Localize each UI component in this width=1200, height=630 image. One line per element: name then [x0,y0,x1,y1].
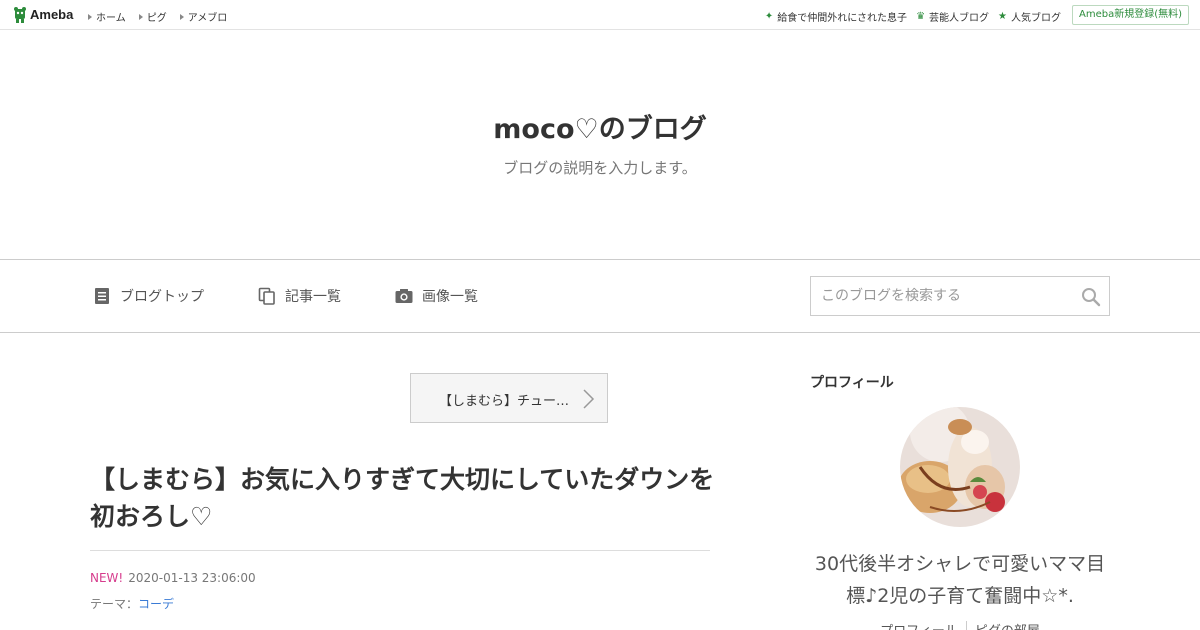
sparkle-icon: ✦ [764,10,774,22]
register-button[interactable]: Ameba新規登録(無料) [1071,5,1189,25]
blog-title[interactable]: moco♡のブログ [0,107,1200,146]
celebrity-blog-link[interactable]: ♛ 芸能人ブログ [916,9,989,24]
search-input[interactable] [811,277,1071,315]
document-icon [95,288,109,304]
trending-topic-link[interactable]: ✦ 給食で仲間外れにされた息子 [765,9,907,24]
divider [965,621,967,630]
crown-icon: ♛ [916,10,926,22]
nav-label: 記事一覧 [285,289,341,305]
global-nav-ameblo[interactable]: アメブロ [179,9,228,24]
global-header: Ameba ホーム ピグ アメブロ ✦ 給食で仲間外れにされた息子 ♛ 芸能人ブログ… [0,0,1200,30]
global-nav-label: ホーム [96,13,126,24]
blog-search [810,276,1110,316]
entry-date: 2020-01-13 23:06:00 [128,571,256,585]
theme-prefix: テーマ： [90,597,139,611]
image-list-link[interactable]: 画像一覧 [395,286,478,306]
entry-meta: NEW! 2020-01-13 23:06:00 [90,571,256,585]
next-entry-button[interactable]: 【しまむら】チュー… [410,373,608,423]
nav-label: ブログトップ [120,289,204,305]
profile-heading: プロフィール [810,375,894,391]
global-nav: ホーム ピグ アメブロ [88,9,227,24]
copy-icon [258,287,275,305]
entry-title[interactable]: 【しまむら】お気に入りすぎて大切にしていたダウンを初おろし♡ [90,461,715,535]
link-label: 芸能人ブログ [929,13,990,24]
ameba-logo[interactable]: Ameba [13,6,73,23]
star-icon: ★ [998,10,1007,22]
nav-label: 画像一覧 [422,289,478,305]
avatar-image [900,407,1020,527]
profile-link[interactable]: プロフィール [880,620,958,630]
avatar[interactable] [900,407,1020,527]
next-entry-label: 【しまむら】チュー… [439,394,570,409]
global-nav-pigg[interactable]: ピグ [138,9,167,24]
blog-top-link[interactable]: ブログトップ [93,286,204,306]
profile-text: 30代後半オシャレで可愛いママ目標♪2児の子育て奮闘中☆*. [814,553,1106,607]
blog-description: ブログの説明を入力します。 [503,159,697,177]
global-right-links: ✦ 給食で仲間外れにされた息子 ♛ 芸能人ブログ ★ 人気ブログ [765,9,1061,24]
link-label: 人気ブログ [1011,13,1061,24]
theme-link[interactable]: コーデ [138,597,174,611]
triangle-right-icon [138,13,143,20]
pigg-room-link[interactable]: ピグの部屋 [975,620,1040,630]
entry-list-link[interactable]: 記事一覧 [258,286,341,306]
new-badge: NEW! [90,571,124,585]
chevron-right-icon [583,389,595,409]
logo-text: Ameba [30,7,74,22]
ameba-logo-icon [14,7,26,23]
popular-blog-link[interactable]: ★ 人気ブログ [998,9,1061,24]
profile-links: プロフィール ピグの部屋 [810,620,1110,630]
global-nav-home[interactable]: ホーム [88,9,126,24]
global-nav-label: アメブロ [187,13,228,24]
camera-icon [395,289,413,303]
blog-nav: ブログトップ 記事一覧 画像一覧 [0,259,1200,333]
search-icon[interactable] [1081,287,1101,307]
triangle-right-icon [88,13,92,20]
entry-theme: テーマ：コーデ [90,595,174,612]
divider [90,550,710,551]
global-nav-label: ピグ [146,13,167,24]
link-label: 給食で仲間外れにされた息子 [777,13,908,24]
triangle-right-icon [179,13,184,20]
